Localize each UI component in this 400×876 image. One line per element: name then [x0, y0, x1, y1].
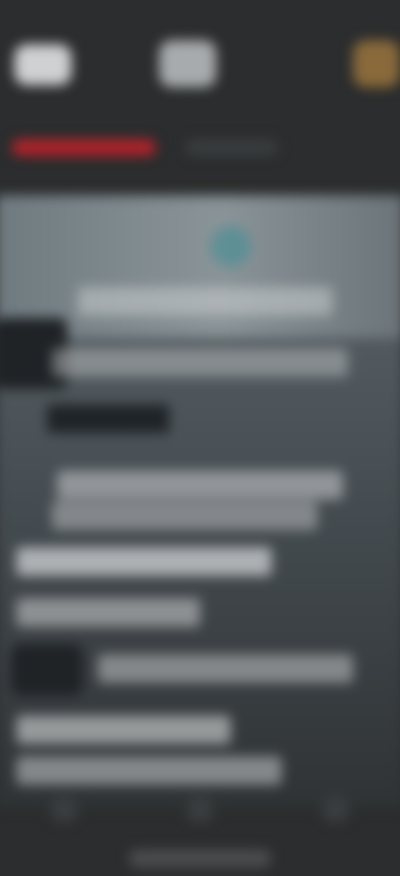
nav-item-2[interactable]	[187, 797, 213, 822]
text-line	[57, 470, 343, 500]
text-line	[47, 404, 170, 433]
accent-spot	[210, 225, 251, 267]
app-icon-1[interactable]	[14, 44, 72, 86]
top-icons-row	[0, 32, 400, 103]
thumbnail	[11, 644, 83, 696]
tab-primary[interactable]	[12, 139, 156, 156]
text-line	[16, 756, 282, 785]
text-line	[77, 287, 333, 316]
text-line	[52, 348, 348, 377]
bottom-navigation	[0, 784, 400, 835]
text-line	[98, 654, 353, 683]
blurred-screen	[0, 0, 400, 876]
text-line	[16, 598, 201, 627]
tab-bar	[12, 124, 387, 171]
header-image	[0, 195, 400, 339]
status-bar	[0, 0, 400, 32]
tab-secondary[interactable]	[185, 139, 278, 156]
nav-item-3[interactable]	[323, 797, 349, 822]
app-icon-3[interactable]	[353, 40, 400, 88]
text-line	[16, 715, 231, 745]
nav-item-1[interactable]	[51, 797, 77, 822]
text-line	[16, 547, 272, 576]
home-indicator[interactable]	[128, 849, 272, 868]
app-icon-2[interactable]	[159, 40, 217, 88]
text-line	[52, 501, 318, 530]
content-panel	[0, 195, 400, 808]
